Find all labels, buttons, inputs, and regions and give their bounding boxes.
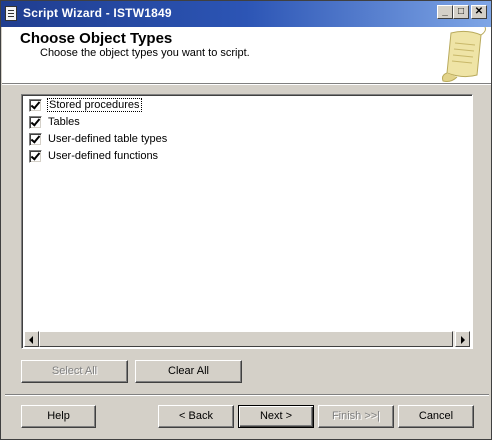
header-divider [2, 83, 491, 85]
script-document-icon [5, 6, 17, 21]
scrollbar-thumb[interactable] [39, 331, 453, 347]
checkbox-tables[interactable] [29, 116, 42, 129]
select-all-button[interactable]: Select All [21, 360, 128, 383]
wizard-header: Choose Object Types Choose the object ty… [2, 27, 491, 83]
page-title: Choose Object Types [20, 30, 173, 47]
next-button[interactable]: Next > [238, 405, 314, 428]
help-button[interactable]: Help [21, 405, 96, 428]
cancel-button[interactable]: Cancel [398, 405, 474, 428]
footer-divider [5, 394, 489, 396]
scroll-parchment-icon [442, 27, 486, 82]
scroll-left-button[interactable] [24, 331, 39, 347]
close-button[interactable]: ✕ [471, 5, 487, 19]
checkbox-user-defined-table-types[interactable] [29, 133, 42, 146]
item-label: Tables [48, 116, 80, 128]
object-types-list[interactable]: Stored procedures Tables User-defined ta… [21, 94, 473, 349]
minimize-button[interactable]: _ [437, 5, 453, 19]
item-label: User-defined functions [48, 150, 159, 162]
script-wizard-window: Script Wizard - ISTW1849 _ □ ✕ Choose Ob… [0, 0, 492, 440]
arrow-left-icon [29, 336, 33, 344]
horizontal-scrollbar[interactable] [24, 331, 470, 347]
back-button[interactable]: < Back [158, 405, 234, 428]
title-bar[interactable]: Script Wizard - ISTW1849 _ □ ✕ [1, 1, 491, 27]
list-item[interactable]: Tables [28, 114, 468, 130]
window-title: Script Wizard - ISTW1849 [23, 6, 172, 20]
clear-all-button[interactable]: Clear All [135, 360, 242, 383]
item-label: Stored procedures [47, 98, 142, 112]
arrow-right-icon [461, 336, 465, 344]
list-item[interactable]: Stored procedures [28, 97, 468, 113]
item-label: User-defined table types [48, 133, 168, 145]
finish-button[interactable]: Finish >>| [318, 405, 394, 428]
scroll-right-button[interactable] [455, 331, 470, 347]
checkbox-user-defined-functions[interactable] [29, 150, 42, 163]
checkbox-stored-procedures[interactable] [29, 99, 42, 112]
page-subtitle: Choose the object types you want to scri… [40, 47, 250, 59]
list-item[interactable]: User-defined table types [28, 131, 468, 147]
list-item[interactable]: User-defined functions [28, 148, 468, 164]
maximize-button[interactable]: □ [453, 5, 469, 19]
